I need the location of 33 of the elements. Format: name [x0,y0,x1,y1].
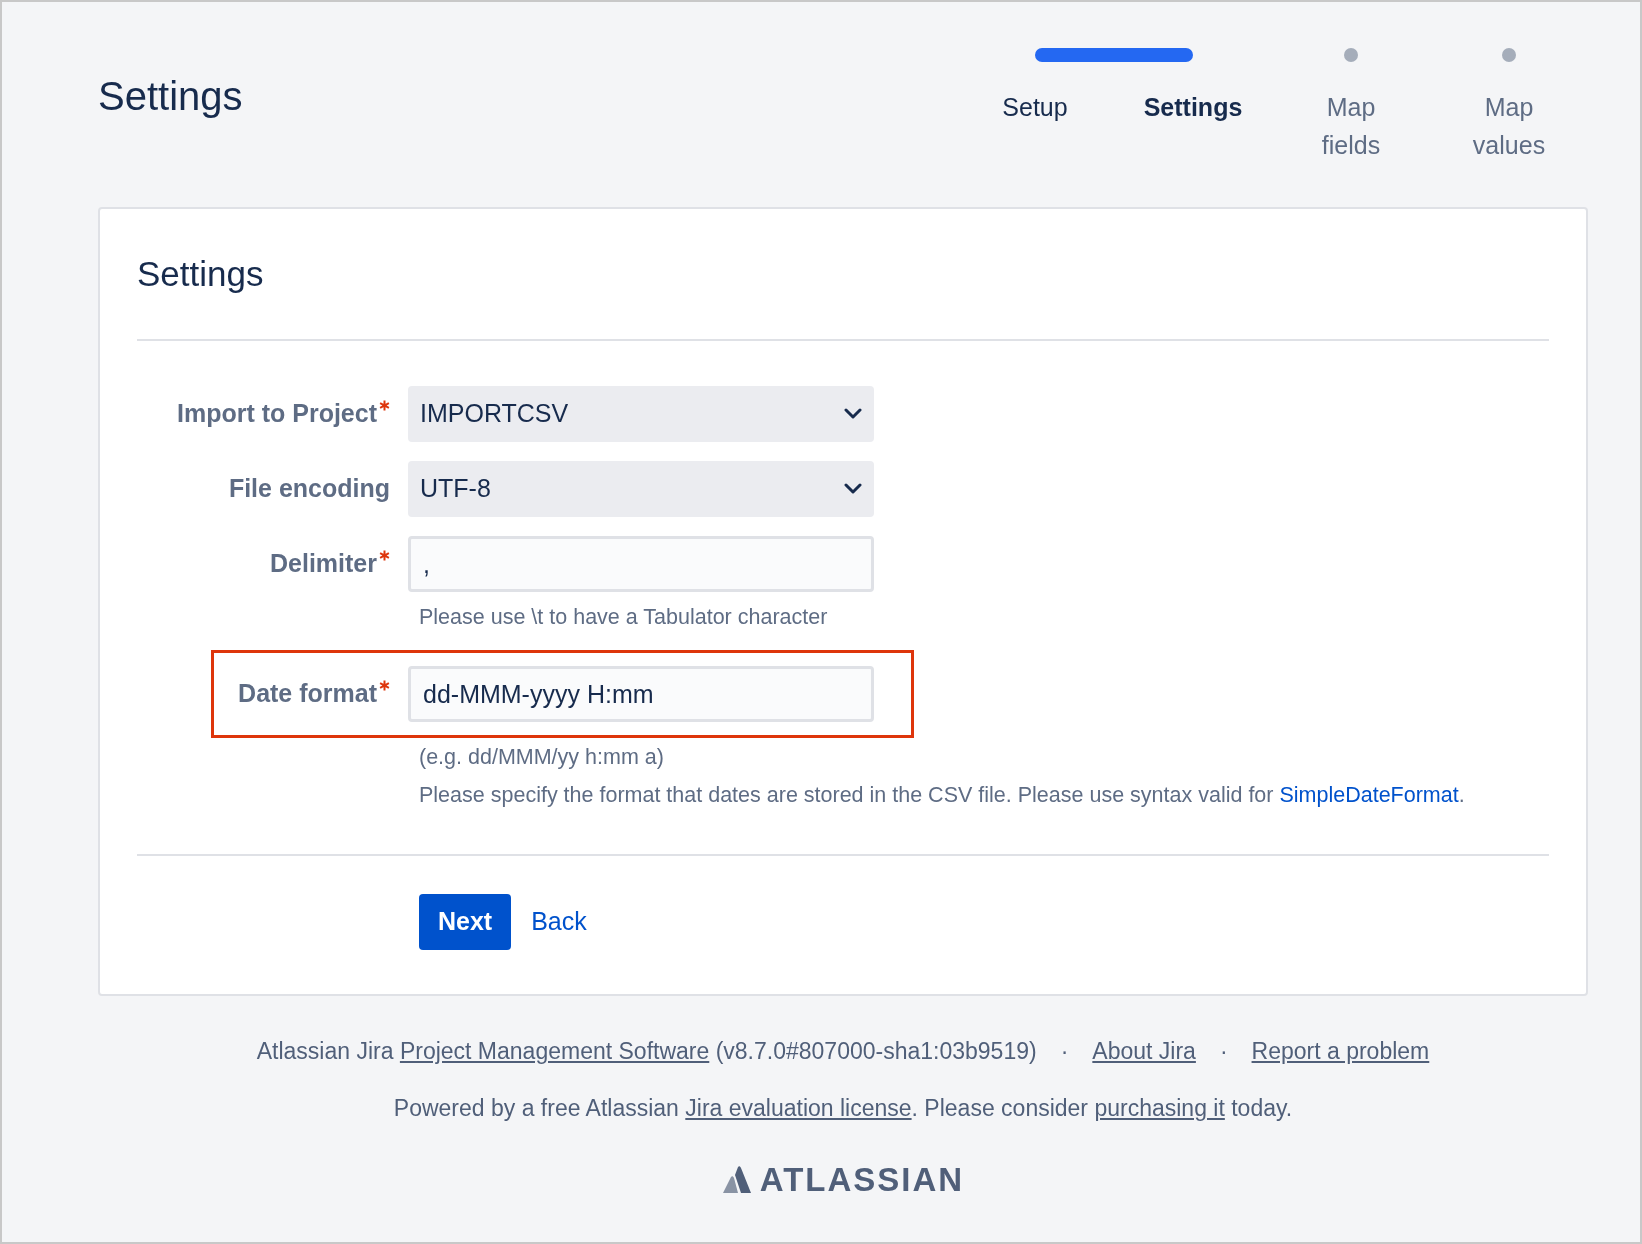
chevron-down-icon [844,408,862,420]
footer-link[interactable]: purchasing it [1094,1095,1225,1121]
chevron-down-icon [844,483,862,495]
footer-text: Powered by a free Atlassian Jira evaluation license. Please consider purchasing it today. [392,1094,1294,1123]
footer-link[interactable]: Project Management Software [399,1038,710,1064]
footer-link[interactable]: Jira evaluation license [685,1095,912,1121]
next-button[interactable]: Next [419,894,512,950]
logo-text: ATLASSIAN [759,1160,965,1200]
help-text: (e.g. dd/MMM/yy h:mm a) [419,744,665,771]
step-label[interactable]: Map values [1430,88,1588,164]
page-title: Settings [98,73,243,120]
step-label[interactable]: Setup [956,88,1114,126]
back-link[interactable]: Back [519,903,599,941]
field-label: File encoding [227,473,390,505]
step-label[interactable]: Settings [1114,88,1272,126]
dropdown-select[interactable]: UTF-8 [408,461,874,517]
separator-dot: · [1219,1038,1228,1064]
help-text: Please specify the format that dates are stored in the CSV file. Please use syntax valid for SimpleDateFormat. [419,782,1466,809]
field-label: Import to Project [137,395,390,433]
input-field[interactable]: dd-MMM-yyyy H:mm [408,666,874,722]
field-label: Delimiter [137,545,390,583]
help-text: Please use \t to have a Tabulator character [419,604,829,631]
docs-link[interactable]: SimpleDateFormat [1279,783,1459,807]
separator-dot: · [1060,1038,1069,1064]
card-title: Settings [137,253,265,295]
step-label[interactable]: Map fields [1272,88,1430,164]
dropdown-select[interactable]: IMPORTCSV [408,386,874,442]
input-field[interactable]: , [408,536,874,592]
atlassian-logo-icon [721,1164,752,1195]
footer-link[interactable]: About Jira [1092,1038,1196,1064]
footer-link[interactable]: Report a problem [1251,1038,1430,1064]
footer-text: Atlassian Jira Project Management Software (v8.7.0#807000-sha1:03b9519) · About Jira · Report a problem [255,1037,1431,1066]
field-label: Date format [214,675,390,713]
